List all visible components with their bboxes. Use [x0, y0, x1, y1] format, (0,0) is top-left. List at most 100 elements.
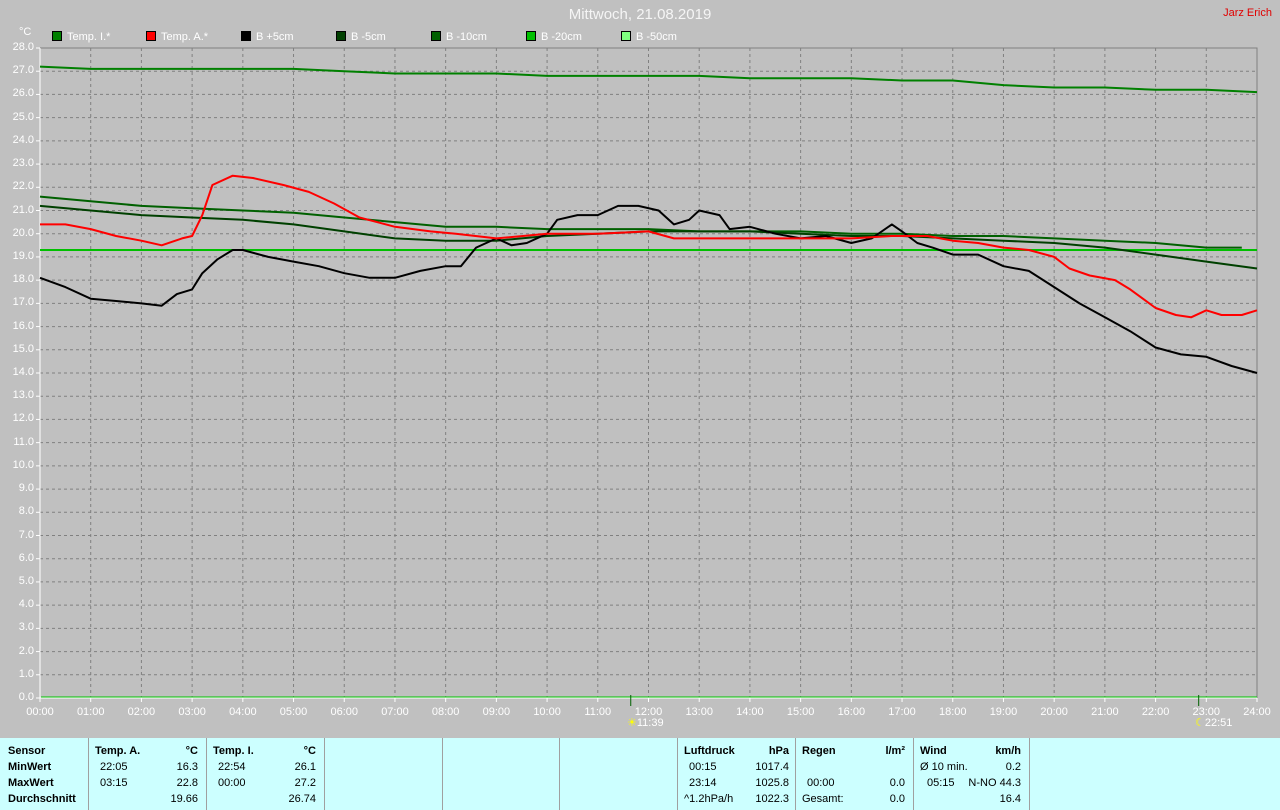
rain-total-value: 0.0	[889, 793, 905, 805]
sensor-column: Sensor MinWert MaxWert Durchschnitt	[0, 738, 89, 810]
x-tick-label: 09:00	[482, 706, 511, 718]
y-tick-label: 11.0	[13, 435, 34, 448]
empty-column	[560, 738, 678, 810]
y-tick-label: 24.0	[12, 133, 34, 146]
y-tick-label: 16.0	[12, 319, 34, 332]
y-tick-label: 10.0	[12, 458, 34, 471]
rain-max-value: 0.0	[889, 777, 905, 789]
x-tick-label: 18:00	[938, 706, 967, 718]
sun-icon: ☀	[627, 717, 637, 729]
x-tick-label: 13:00	[685, 706, 713, 718]
event-marker: ☾22:51	[1195, 716, 1232, 729]
y-tick-label: 22.0	[12, 180, 34, 193]
pressure-max-time: 23:14	[689, 777, 717, 789]
x-tick-label: 19:00	[989, 706, 1018, 718]
pressure-column: Luftdruck hPa 00:15 1017.4 23:14 1025.8 …	[678, 738, 796, 810]
event-label: 22:51	[1204, 717, 1233, 729]
y-tick-label: 13.0	[12, 389, 34, 402]
x-tick-label: 17:00	[888, 706, 916, 718]
temp-i-min-value: 26.1	[294, 761, 316, 773]
event-marker: ☀11:39	[627, 716, 664, 729]
x-tick-label: 14:00	[736, 706, 764, 718]
min-row-label: MinWert	[8, 761, 52, 773]
x-tick-label: 04:00	[229, 706, 257, 718]
x-tick-label: 00:00	[26, 706, 54, 718]
x-tick-label: 07:00	[381, 706, 409, 718]
temp-i-min-time: 22:54	[218, 761, 246, 773]
y-tick-label: 25.0	[12, 110, 34, 123]
x-tick-label: 15:00	[786, 706, 815, 718]
y-tick-label: 3.0	[18, 621, 34, 634]
y-tick-label: 17.0	[12, 296, 34, 309]
rain-max-time: 00:00	[807, 777, 835, 789]
temp-a-min-value: 16.3	[176, 761, 198, 773]
wind-max-value: N-NO 44.3	[968, 777, 1021, 789]
pressure-min-time: 00:15	[689, 761, 717, 773]
x-tick-label: 20:00	[1040, 706, 1068, 718]
y-tick-label: 12.0	[12, 412, 34, 425]
y-tick-label: 2.0	[18, 644, 34, 657]
y-tick-label: 15.0	[12, 342, 34, 355]
avg-row-label: Durchschnitt	[8, 793, 76, 805]
x-tick-label: 24:00	[1243, 706, 1271, 718]
y-tick-label: 4.0	[18, 598, 34, 611]
y-tick-label: 14.0	[12, 366, 34, 378]
wind-last-value: 16.4	[999, 793, 1021, 805]
empty-column	[325, 738, 443, 810]
temp-a-header: Temp. A.	[95, 745, 141, 757]
temp-a-min-time: 22:05	[100, 761, 128, 773]
max-row-label: MaxWert	[8, 777, 54, 789]
x-tick-label: 06:00	[330, 706, 359, 718]
temp-a-max-value: 22.8	[176, 777, 198, 789]
y-tick-label: 27.0	[12, 64, 34, 77]
temp-i-header: Temp. I.	[213, 745, 254, 757]
x-tick-label: 02:00	[127, 706, 156, 718]
y-tick-label: 21.0	[12, 203, 34, 216]
y-tick-label: 7.0	[18, 528, 34, 541]
chart-area: Mittwoch, 21.08.2019 Jarz Erich Temp. I.…	[0, 0, 1280, 738]
y-tick-label: 18.0	[12, 273, 34, 286]
y-tick-label: 28.0	[12, 41, 34, 53]
y-tick-label: 26.0	[12, 87, 34, 100]
x-tick-label: 21:00	[1091, 706, 1119, 718]
temp-a-average: 19.66	[170, 793, 198, 805]
x-tick-label: 16:00	[837, 706, 866, 718]
statistics-table: Sensor MinWert MaxWert Durchschnitt Temp…	[0, 738, 1280, 810]
temp-a-unit: °C	[185, 745, 198, 757]
event-label: 11:39	[636, 717, 664, 729]
pressure-trend-value: 1022.3	[755, 793, 789, 805]
rain-unit: l/m²	[885, 745, 905, 757]
temp-i-max-value: 27.2	[294, 777, 316, 789]
pressure-header: Luftdruck	[684, 745, 735, 757]
y-tick-label: 9.0	[18, 482, 34, 495]
x-tick-label: 08:00	[431, 706, 460, 718]
temp-a-column: Temp. A. °C 22:05 16.3 03:15 22.8 19.66	[89, 738, 207, 810]
y-tick-label: 0.0	[18, 691, 34, 703]
y-tick-label: 6.0	[18, 551, 34, 564]
wind-column: Wind km/h Ø 10 min. 0.2 05:15 N-NO 44.3 …	[914, 738, 1030, 810]
rain-total-label: Gesamt:	[802, 793, 844, 805]
x-tick-label: 05:00	[279, 706, 308, 718]
wind-header: Wind	[920, 745, 947, 757]
pressure-trend-label: ^1.2hPa/h	[684, 793, 734, 805]
temp-a-max-time: 03:15	[100, 777, 128, 789]
wind-avg-value: 0.2	[1005, 761, 1021, 773]
y-tick-label: 1.0	[18, 667, 34, 680]
empty-column	[443, 738, 560, 810]
temp-i-unit: °C	[303, 745, 316, 757]
y-tick-label: 5.0	[18, 574, 34, 587]
sensor-header: Sensor	[8, 745, 46, 757]
x-tick-label: 10:00	[533, 706, 561, 718]
temp-i-max-time: 00:00	[218, 777, 246, 789]
x-tick-label: 01:00	[76, 706, 105, 718]
y-tick-label: 8.0	[18, 505, 34, 518]
moon-icon: ☾	[1195, 717, 1205, 729]
pressure-unit: hPa	[768, 745, 789, 757]
wind-unit: km/h	[995, 745, 1021, 757]
pressure-max-value: 1025.8	[755, 777, 789, 789]
rain-column: Regen l/m² 00:00 0.0 Gesamt: 0.0	[796, 738, 914, 810]
temp-i-column: Temp. I. °C 22:54 26.1 00:00 27.2 26.74	[207, 738, 325, 810]
pressure-min-value: 1017.4	[755, 761, 789, 773]
x-tick-label: 03:00	[178, 706, 206, 718]
y-tick-label: 20.0	[12, 226, 34, 239]
